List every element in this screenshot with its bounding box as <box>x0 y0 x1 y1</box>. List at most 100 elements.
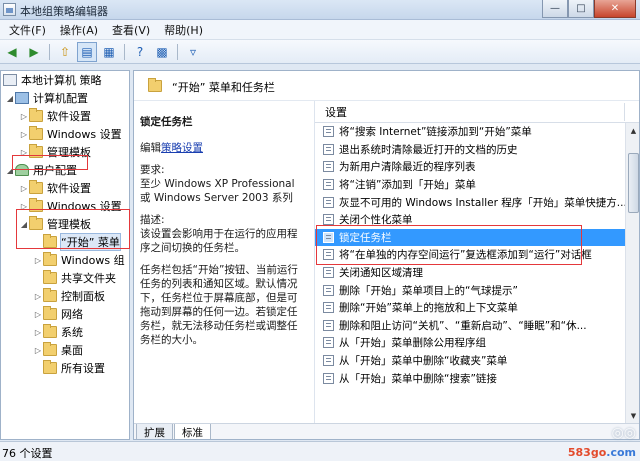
setting-label: 删除和阻止访问“关机”、“重新启动”、“睡眠”和“休... <box>339 319 587 332</box>
tree-item-control-panel[interactable]: ▷ 控制面板 <box>1 287 129 305</box>
minimize-button[interactable]: — <box>542 0 568 18</box>
window-title: 本地组策略编辑器 <box>20 5 108 18</box>
menu-file[interactable]: 文件(F) <box>2 22 53 38</box>
tree-item-shared-folders[interactable]: 共享文件夹 <box>1 269 129 287</box>
setting-label: 从「开始」菜单删除公用程序组 <box>339 337 486 350</box>
list-item-selected[interactable]: 锁定任务栏 <box>315 228 639 247</box>
expand-arrow-icon[interactable]: ◢ <box>5 94 15 103</box>
list-item[interactable]: 删除「开始」菜单项目上的“气球提示” <box>315 281 639 299</box>
policy-icon <box>3 74 17 86</box>
filter-icon[interactable]: ▿ <box>183 42 203 62</box>
collapse-arrow-icon[interactable]: ▷ <box>33 328 43 337</box>
group-policy-app-icon <box>3 3 16 16</box>
policy-setting-icon <box>323 196 334 208</box>
properties-icon[interactable]: ▦ <box>99 42 119 62</box>
tree-item-label: Windows 设置 <box>47 200 122 213</box>
tree-item-all-settings[interactable]: 所有设置 <box>1 359 129 377</box>
watermark: ◎◎ 583go.com <box>536 425 636 459</box>
setting-title: 锁定任务栏 <box>140 116 193 128</box>
folder-icon <box>43 252 57 266</box>
tree-item-label: 管理模板 <box>47 218 91 231</box>
setting-label: 退出系统时清除最近打开的文档的历史 <box>339 143 518 156</box>
list-item[interactable]: 删除“开始”菜单上的拖放和上下文菜单 <box>315 299 639 317</box>
tree-item-label: 网络 <box>61 308 83 321</box>
list-item[interactable]: 关闭个性化菜单 <box>315 211 639 229</box>
requirements-text: 至少 Windows XP Professional 或 Windows Ser… <box>140 178 295 204</box>
collapse-arrow-icon[interactable]: ▷ <box>19 202 29 211</box>
expand-arrow-icon[interactable]: ◢ <box>19 220 29 229</box>
folder-icon <box>29 108 43 122</box>
collapse-arrow-icon[interactable]: ▷ <box>33 310 43 319</box>
tree-item-windows-settings[interactable]: ▷ Windows 设置 <box>1 125 129 143</box>
back-arrow-icon[interactable]: ◀ <box>2 42 22 62</box>
collapse-arrow-icon[interactable]: ▷ <box>19 184 29 193</box>
tree-item-software-settings[interactable]: ▷ 软件设置 <box>1 107 129 125</box>
tree-item-user-software-settings[interactable]: ▷ 软件设置 <box>1 179 129 197</box>
main-header: “开始” 菜单和任务栏 <box>134 71 639 101</box>
tab-standard[interactable]: 标准 <box>174 424 211 439</box>
tree-item-system[interactable]: ▷ 系统 <box>1 323 129 341</box>
tree-item-desktop[interactable]: ▷ 桌面 <box>1 341 129 359</box>
maximize-button[interactable]: □ <box>568 0 594 18</box>
list-item[interactable]: 为新用户清除最近的程序列表 <box>315 158 639 176</box>
list-item[interactable]: 从「开始」菜单中删除“搜索”链接 <box>315 369 639 387</box>
edit-policy-link[interactable]: 策略设置 <box>161 142 203 154</box>
show-hide-tree-icon[interactable]: ▤ <box>77 41 97 62</box>
collapse-arrow-icon[interactable]: ▷ <box>33 292 43 301</box>
forward-arrow-icon[interactable]: ▶ <box>24 42 44 62</box>
tree-item-start-menu[interactable]: “开始” 菜单 <box>1 233 129 251</box>
tree-item-user-admin-templates[interactable]: ◢ 管理模板 <box>1 215 129 233</box>
tree-item-label: 管理模板 <box>47 146 91 159</box>
list-item[interactable]: 从「开始」菜单中删除“收藏夹”菜单 <box>315 352 639 370</box>
list-item[interactable]: 灰显不可用的 Windows Installer 程序「开始」菜单快捷方... <box>315 193 639 211</box>
list-item[interactable]: 退出系统时清除最近打开的文档的历史 <box>315 141 639 159</box>
setting-label: 从「开始」菜单中删除“搜索”链接 <box>339 372 497 385</box>
tree-item-label: 桌面 <box>61 344 83 357</box>
export-list-icon[interactable]: ▩ <box>152 42 172 62</box>
scroll-thumb[interactable] <box>628 153 639 213</box>
collapse-arrow-icon[interactable]: ▷ <box>19 112 29 121</box>
menu-view[interactable]: 查看(V) <box>105 22 157 38</box>
tree-item-user-config[interactable]: ◢ 用户配置 <box>1 161 129 179</box>
list-item[interactable]: 关闭通知区域清理 <box>315 264 639 282</box>
page-title: “开始” 菜单和任务栏 <box>172 81 275 94</box>
column-header-settings[interactable]: 设置 <box>315 101 639 123</box>
help-icon[interactable]: ? <box>130 42 150 62</box>
vertical-scrollbar[interactable]: ▲ ▼ <box>625 123 639 423</box>
policy-setting-icon <box>323 231 334 243</box>
folder-icon <box>43 324 57 338</box>
close-button[interactable]: ✕ <box>594 0 636 18</box>
menu-help[interactable]: 帮助(H) <box>157 22 210 38</box>
tree-item-label: 计算机配置 <box>33 92 88 105</box>
tree-item-network[interactable]: ▷ 网络 <box>1 305 129 323</box>
collapse-arrow-icon[interactable]: ▷ <box>19 148 29 157</box>
tree-item-local-policy[interactable]: 本地计算机 策略 <box>1 71 129 89</box>
collapse-arrow-icon[interactable]: ▷ <box>19 130 29 139</box>
edit-policy-line: 编辑策略设置 <box>140 141 306 155</box>
list-item[interactable]: 从「开始」菜单删除公用程序组 <box>315 334 639 352</box>
scroll-down-arrow-icon[interactable]: ▼ <box>626 408 639 423</box>
folder-icon <box>43 288 57 302</box>
tree-item-label: 软件设置 <box>47 110 91 123</box>
collapse-arrow-icon[interactable]: ▷ <box>33 346 43 355</box>
up-folder-icon[interactable]: ⇧ <box>55 42 75 62</box>
tab-extended[interactable]: 扩展 <box>136 424 173 439</box>
expand-arrow-icon[interactable]: ◢ <box>5 166 15 175</box>
setting-label: 灰显不可用的 Windows Installer 程序「开始」菜单快捷方... <box>339 196 627 209</box>
tree-item-computer-config[interactable]: ◢ 计算机配置 <box>1 89 129 107</box>
collapse-arrow-icon[interactable]: ▷ <box>33 256 43 265</box>
tree-item-windows-components[interactable]: ▷ Windows 组 <box>1 251 129 269</box>
setting-label: 关闭通知区域清理 <box>339 267 423 280</box>
list-item[interactable]: 将“搜索 Internet”链接添加到“开始”菜单 <box>315 123 639 141</box>
tree-item-user-windows-settings[interactable]: ▷ Windows 设置 <box>1 197 129 215</box>
edit-prefix: 编辑 <box>140 142 161 154</box>
title-bar: 本地组策略编辑器 — □ ✕ <box>0 0 640 20</box>
list-item[interactable]: 将“注销”添加到「开始」菜单 <box>315 176 639 194</box>
scroll-up-arrow-icon[interactable]: ▲ <box>626 123 639 138</box>
setting-label: 删除“开始”菜单上的拖放和上下文菜单 <box>339 302 518 315</box>
tree-item-admin-templates[interactable]: ▷ 管理模板 <box>1 143 129 161</box>
watermark-url-prefix: 583go <box>567 446 607 459</box>
list-item[interactable]: 删除和阻止访问“关机”、“重新启动”、“睡眠”和“休... <box>315 317 639 335</box>
menu-action[interactable]: 操作(A) <box>53 22 105 38</box>
list-item[interactable]: 将“在单独的内存空间运行”复选框添加到“运行”对话框 <box>315 246 639 264</box>
